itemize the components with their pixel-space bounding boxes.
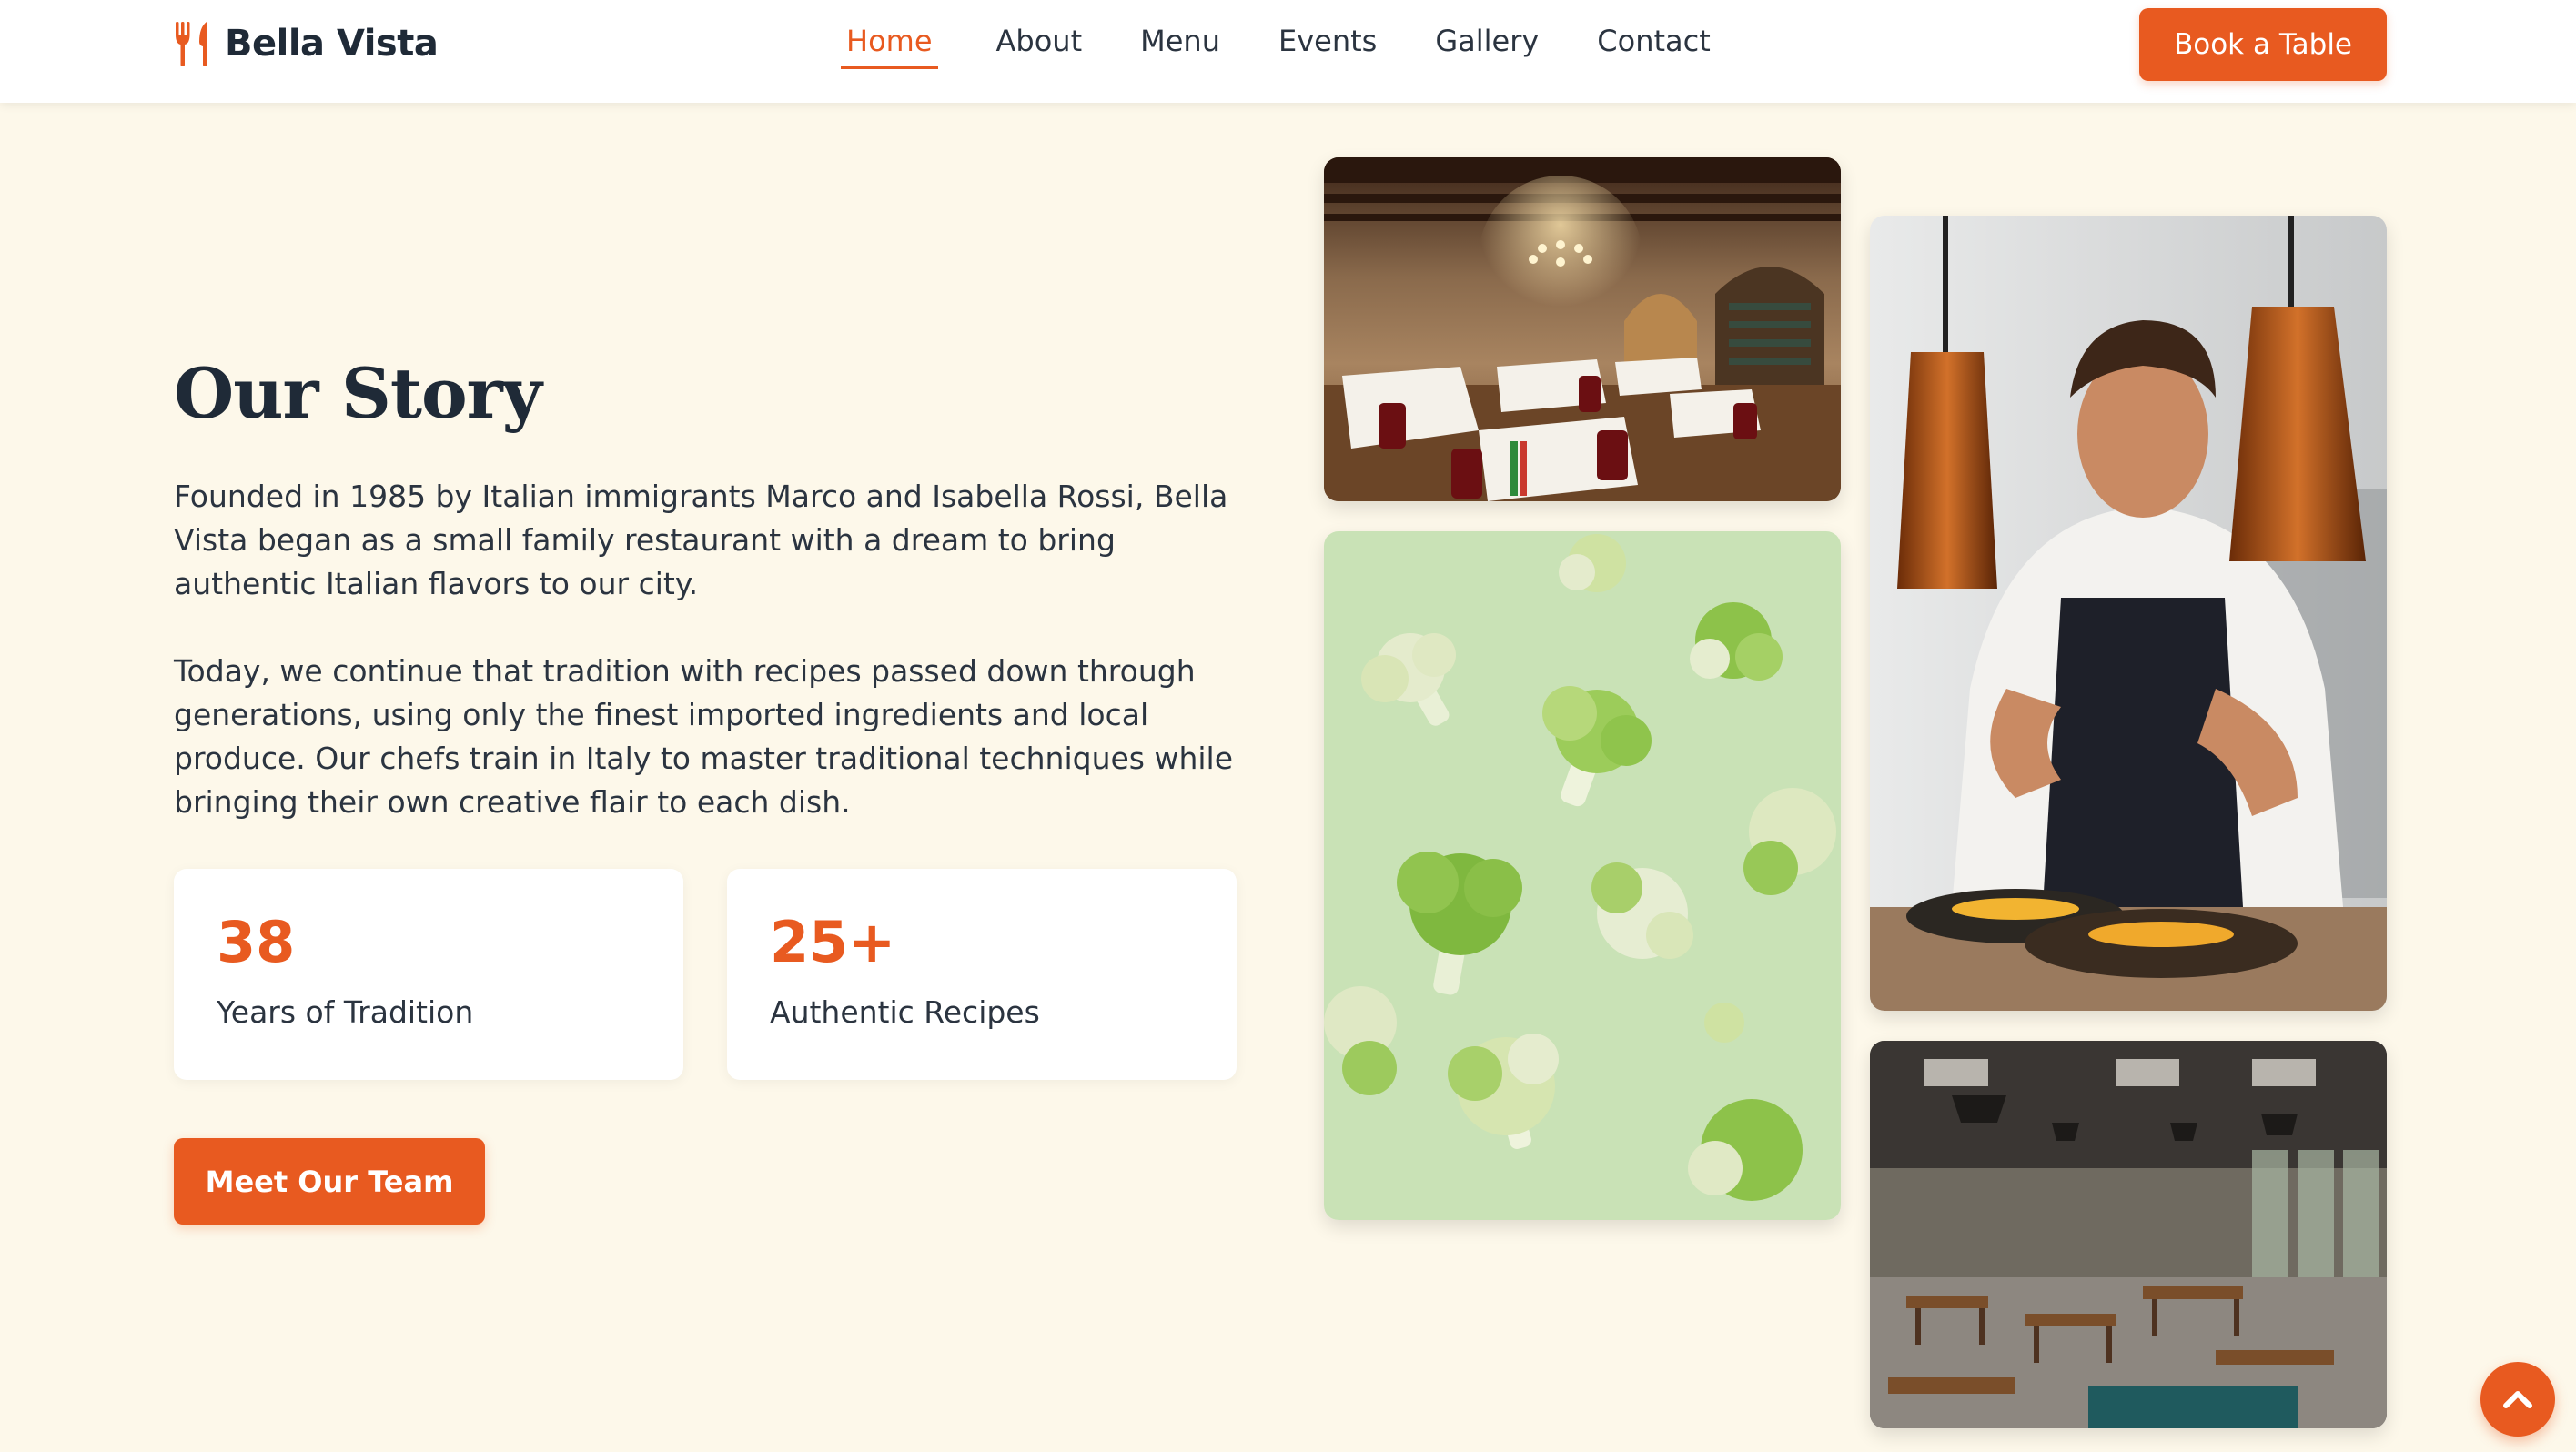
site-header: Bella Vista Home About Menu Events Galle… xyxy=(0,0,2576,103)
nav-item-contact[interactable]: Contact xyxy=(1597,24,1711,66)
dining-room-photo xyxy=(1324,157,1841,501)
fork-knife-icon xyxy=(176,22,207,66)
story-paragraph-2: Today, we continue that tradition with r… xyxy=(174,653,1234,820)
stat-card-recipes: 25+ Authentic Recipes xyxy=(727,869,1237,1080)
story-paragraph-1: Founded in 1985 by Italian immigrants Ma… xyxy=(174,479,1228,601)
stat-label: Authentic Recipes xyxy=(770,994,1040,1030)
nav-item-menu[interactable]: Menu xyxy=(1140,24,1220,66)
meet-team-button[interactable]: Meet Our Team xyxy=(174,1138,485,1225)
nav-item-about[interactable]: About xyxy=(996,24,1083,66)
book-table-button[interactable]: Book a Table xyxy=(2139,8,2387,81)
nav-item-home[interactable]: Home xyxy=(841,24,938,69)
main-nav: Home About Menu Events Gallery Contact xyxy=(841,24,1711,69)
brand-name: Bella Vista xyxy=(225,23,439,65)
stat-label: Years of Tradition xyxy=(217,994,474,1030)
stat-value: 25+ xyxy=(770,909,896,975)
chef-photo xyxy=(1870,216,2387,1011)
nav-item-gallery[interactable]: Gallery xyxy=(1435,24,1539,66)
stat-value: 38 xyxy=(217,909,296,975)
section-title: Our Story xyxy=(174,353,542,434)
chevron-up-icon xyxy=(2503,1391,2532,1408)
cauliflower-photo xyxy=(1324,531,1841,1220)
cafe-interior-photo xyxy=(1870,1041,2387,1428)
stat-card-years: 38 Years of Tradition xyxy=(174,869,683,1080)
nav-item-events[interactable]: Events xyxy=(1278,24,1377,66)
brand-logo[interactable]: Bella Vista xyxy=(174,20,439,67)
scroll-to-top-button[interactable] xyxy=(2480,1362,2555,1437)
